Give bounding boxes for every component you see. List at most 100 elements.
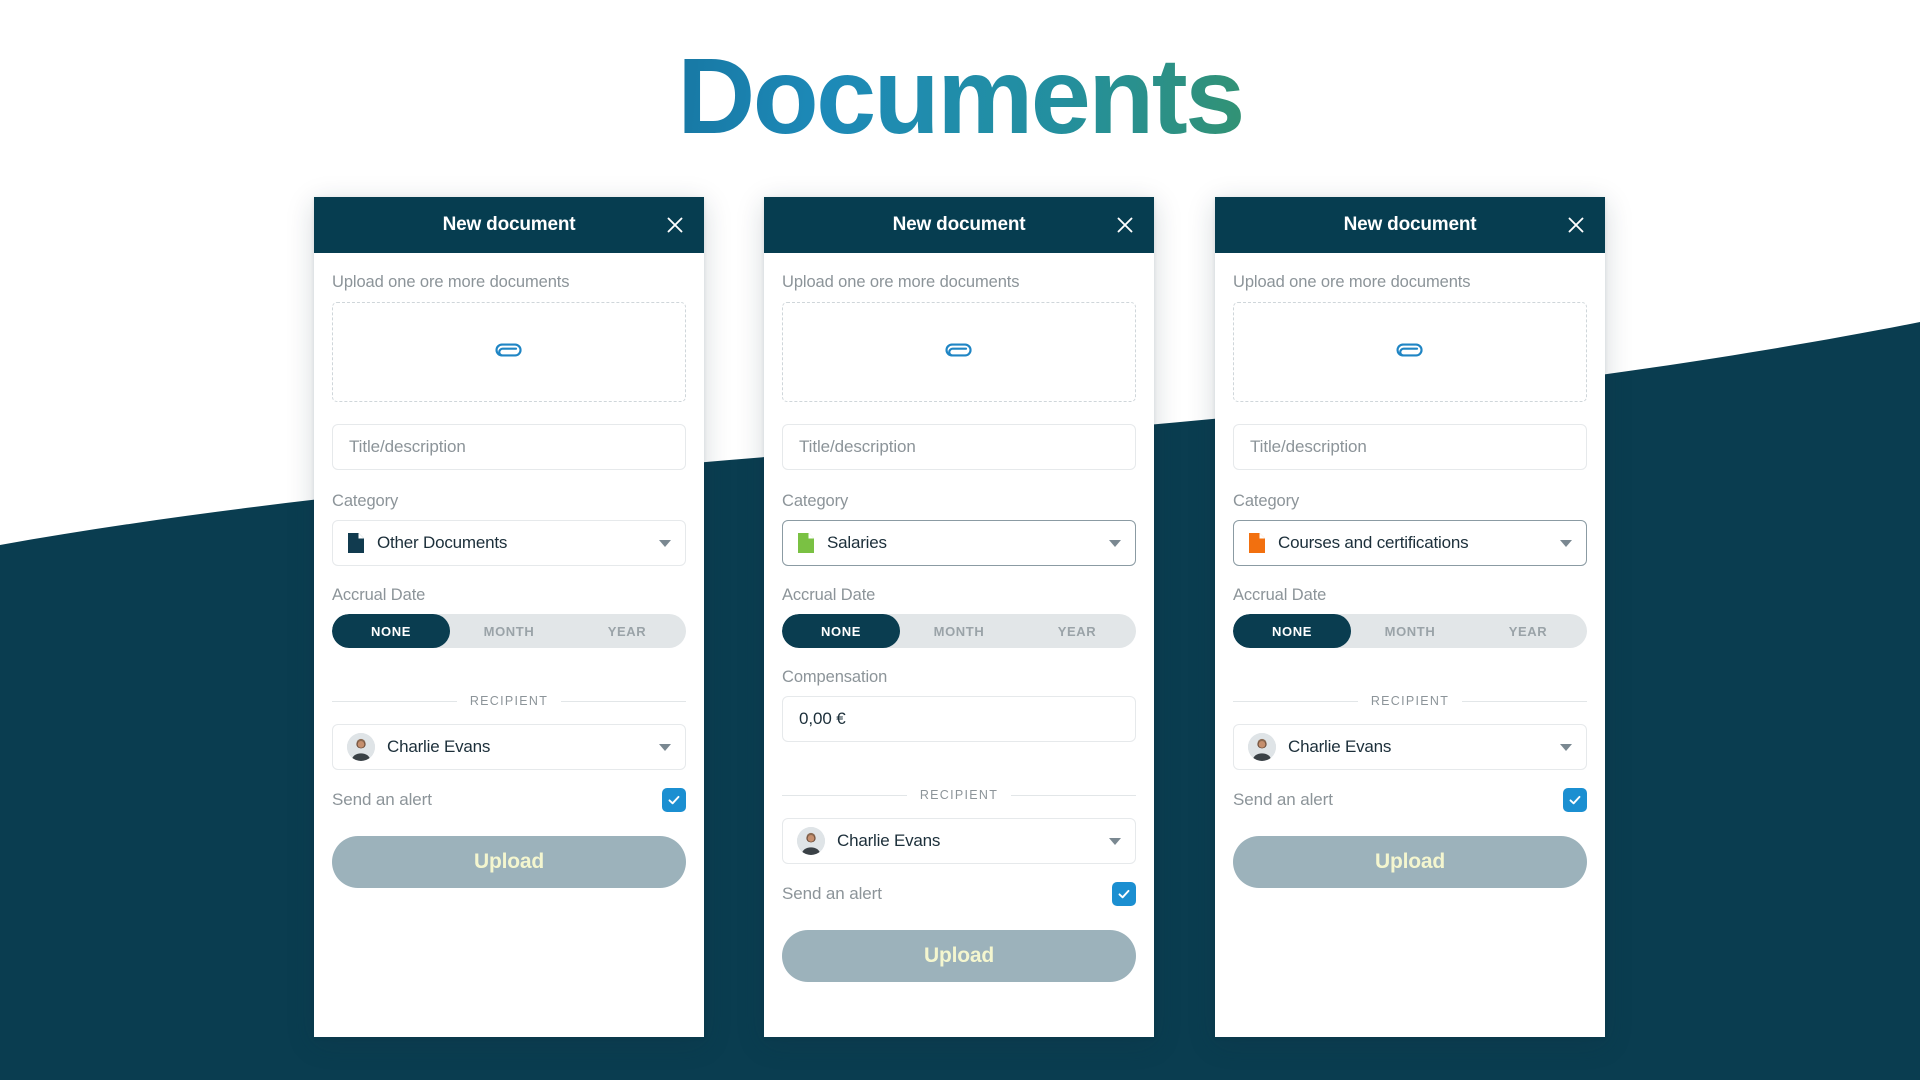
paperclip-icon <box>495 343 522 357</box>
divider-line-right <box>561 700 686 702</box>
recipient-select[interactable]: Charlie Evans <box>332 724 686 770</box>
file-dropzone[interactable] <box>1233 302 1587 402</box>
chevron-down-icon <box>659 743 671 751</box>
chevron-down-icon <box>1109 539 1121 547</box>
accrual-date-label: Accrual Date <box>782 586 876 604</box>
accrual-option-month[interactable]: MONTH <box>450 614 568 648</box>
send-alert-label: Send an alert <box>1233 790 1333 809</box>
category-select[interactable]: Courses and certifications <box>1233 520 1587 566</box>
dialog-title: New document <box>1343 214 1477 235</box>
chevron-down-icon <box>1560 743 1572 751</box>
dialog-body: Upload one ore more documents Title/desc… <box>314 253 704 1037</box>
avatar <box>1248 733 1276 761</box>
accrual-option-month[interactable]: MONTH <box>1351 614 1469 648</box>
dialog-title: New document <box>442 214 576 235</box>
send-alert-row: Send an alert <box>782 882 1136 906</box>
category-value: Salaries <box>827 533 887 552</box>
recipient-divider: RECIPIENT <box>1233 694 1587 708</box>
accrual-date-segmented-control: NONE MONTH YEAR <box>1233 614 1587 648</box>
category-select[interactable]: Salaries <box>782 520 1136 566</box>
accrual-option-none[interactable]: NONE <box>782 614 900 648</box>
compensation-input[interactable]: 0,00 € <box>782 696 1136 742</box>
file-dropzone[interactable] <box>782 302 1136 402</box>
recipient-select[interactable]: Charlie Evans <box>1233 724 1587 770</box>
upload-hint-label: Upload one ore more documents <box>332 273 570 291</box>
new-document-dialog-3: New document Upload one ore more documen… <box>1215 197 1605 1037</box>
title-description-input[interactable]: Title/description <box>782 424 1136 470</box>
divider-line-left <box>782 794 907 796</box>
accrual-option-none[interactable]: NONE <box>1233 614 1351 648</box>
new-document-dialog-2: New document Upload one ore more documen… <box>764 197 1154 1037</box>
accrual-date-segmented-control: NONE MONTH YEAR <box>782 614 1136 648</box>
send-alert-checkbox[interactable] <box>1563 788 1587 812</box>
close-icon[interactable] <box>1112 212 1138 238</box>
dialog-header: New document <box>1215 197 1605 253</box>
paperclip-icon <box>1396 343 1423 357</box>
accrual-group: Accrual Date NONE MONTH YEAR <box>1233 586 1587 648</box>
upload-hint-label: Upload one ore more documents <box>782 273 1020 291</box>
category-select[interactable]: Other Documents <box>332 520 686 566</box>
recipient-name: Charlie Evans <box>387 737 491 756</box>
category-group: Category Salaries <box>782 492 1136 566</box>
upload-button[interactable]: Upload <box>1233 836 1587 888</box>
chevron-down-icon <box>1109 837 1121 845</box>
recipient-divider-label: RECIPIENT <box>1370 694 1450 708</box>
avatar <box>797 827 825 855</box>
compensation-group: Compensation 0,00 € <box>782 668 1136 742</box>
recipient-name: Charlie Evans <box>837 831 941 850</box>
category-label: Category <box>332 492 399 510</box>
accrual-option-year[interactable]: YEAR <box>568 614 686 648</box>
dialog-title: New document <box>892 214 1026 235</box>
recipient-select[interactable]: Charlie Evans <box>782 818 1136 864</box>
chevron-down-icon <box>1560 539 1572 547</box>
category-value: Courses and certifications <box>1278 533 1469 552</box>
divider-line-left <box>332 700 457 702</box>
send-alert-label: Send an alert <box>782 884 882 903</box>
title-description-input[interactable]: Title/description <box>1233 424 1587 470</box>
category-label: Category <box>1233 492 1300 510</box>
send-alert-row: Send an alert <box>1233 788 1587 812</box>
accrual-option-month[interactable]: MONTH <box>900 614 1018 648</box>
recipient-divider-label: RECIPIENT <box>469 694 549 708</box>
send-alert-checkbox[interactable] <box>662 788 686 812</box>
upload-button[interactable]: Upload <box>332 836 686 888</box>
recipient-name: Charlie Evans <box>1288 737 1392 756</box>
category-group: Category Other Documents <box>332 492 686 566</box>
upload-hint-label: Upload one ore more documents <box>1233 273 1471 291</box>
compensation-label: Compensation <box>782 668 888 686</box>
accrual-option-year[interactable]: YEAR <box>1469 614 1587 648</box>
upload-button[interactable]: Upload <box>782 930 1136 982</box>
avatar <box>347 733 375 761</box>
send-alert-label: Send an alert <box>332 790 432 809</box>
close-icon[interactable] <box>1563 212 1589 238</box>
file-dropzone[interactable] <box>332 302 686 402</box>
document-icon <box>1249 533 1265 553</box>
category-value: Other Documents <box>377 533 508 552</box>
accrual-option-year[interactable]: YEAR <box>1018 614 1136 648</box>
title-description-input[interactable]: Title/description <box>332 424 686 470</box>
accrual-group: Accrual Date NONE MONTH YEAR <box>332 586 686 648</box>
check-icon <box>1118 889 1130 899</box>
accrual-date-label: Accrual Date <box>1233 586 1327 604</box>
dialog-header: New document <box>764 197 1154 253</box>
send-alert-row: Send an alert <box>332 788 686 812</box>
category-group: Category Courses and certifications <box>1233 492 1587 566</box>
accrual-date-segmented-control: NONE MONTH YEAR <box>332 614 686 648</box>
check-icon <box>668 795 680 805</box>
accrual-date-label: Accrual Date <box>332 586 426 604</box>
new-document-dialog-1: New document Upload one ore more documen… <box>314 197 704 1037</box>
send-alert-checkbox[interactable] <box>1112 882 1136 906</box>
category-label: Category <box>782 492 849 510</box>
paperclip-icon <box>945 343 972 357</box>
dialog-body: Upload one ore more documents Title/desc… <box>1215 253 1605 1037</box>
dialog-header: New document <box>314 197 704 253</box>
divider-line-right <box>1462 700 1587 702</box>
page-title: Documents <box>0 28 1920 163</box>
close-icon[interactable] <box>662 212 688 238</box>
divider-line-left <box>1233 700 1358 702</box>
dialog-body: Upload one ore more documents Title/desc… <box>764 253 1154 1037</box>
divider-line-right <box>1011 794 1136 796</box>
document-icon <box>798 533 814 553</box>
accrual-option-none[interactable]: NONE <box>332 614 450 648</box>
document-icon <box>348 533 364 553</box>
